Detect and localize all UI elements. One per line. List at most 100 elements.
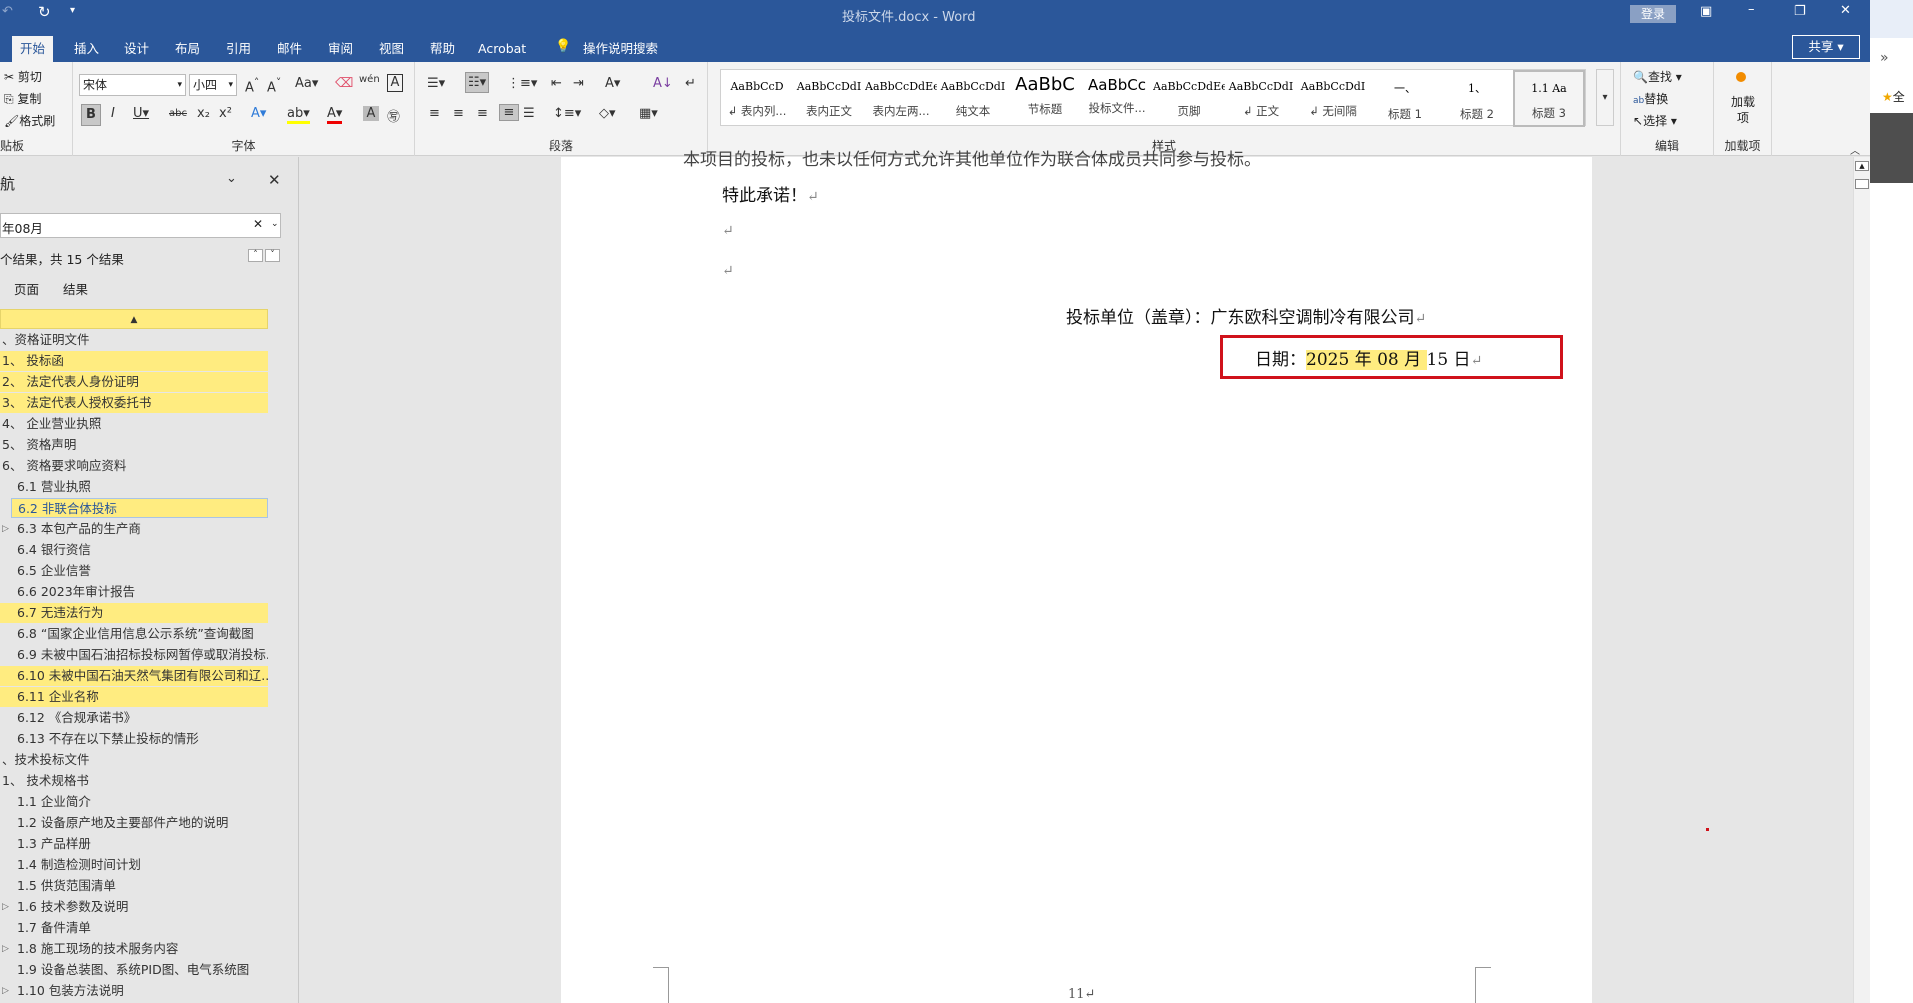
nav-heading-item[interactable]: ▷ 1.6 技术参数及说明 xyxy=(0,897,268,917)
nav-heading-item[interactable]: 6、 资格要求响应资料 xyxy=(0,456,268,476)
tab-2[interactable]: 设计 xyxy=(116,36,157,62)
nav-heading-item[interactable]: 1.4 制造检测时间计划 xyxy=(0,855,268,875)
restore-icon[interactable]: ❐ xyxy=(1794,4,1806,19)
nav-heading-item[interactable]: 3、 法定代表人授权委托书 xyxy=(0,393,268,413)
nav-heading-item[interactable]: ▷ 1.8 施工现场的技术服务内容 xyxy=(0,939,268,959)
tab-9[interactable]: Acrobat xyxy=(470,36,534,62)
nav-heading-item[interactable]: 、资格证明文件 xyxy=(0,330,268,350)
tell-me-search[interactable]: 操作说明搜索 xyxy=(575,36,666,62)
nav-heading-item[interactable]: 6.6 2023年审计报告 xyxy=(0,582,268,602)
login-button[interactable]: 登录 xyxy=(1630,5,1676,23)
phonetic-guide-icon[interactable]: wén xyxy=(359,74,380,85)
nav-heading-item[interactable]: 1.7 备件清单 xyxy=(0,918,268,938)
tab-pages[interactable]: 页面 xyxy=(14,279,39,298)
align-center-icon[interactable]: ≡ xyxy=(453,106,464,121)
show-marks-icon[interactable]: ↵ xyxy=(685,76,696,91)
tab-results[interactable]: 结果 xyxy=(63,279,88,298)
styles-more-icon[interactable]: ▾ xyxy=(1596,69,1614,126)
nav-heading-item[interactable]: 2、 法定代表人身份证明 xyxy=(0,372,268,392)
nav-heading-item[interactable]: 6.10 未被中国石油天然气集团有限公司和辽... xyxy=(0,666,268,686)
tab-5[interactable]: 邮件 xyxy=(269,36,310,62)
font-name-select[interactable]: 宋体 ▾ xyxy=(79,74,186,96)
nav-heading-item[interactable]: 1.1 企业简介 xyxy=(0,792,268,812)
bold-icon[interactable]: B xyxy=(81,104,101,126)
distributed-icon[interactable]: ☰ xyxy=(523,106,535,121)
tab-3[interactable]: 布局 xyxy=(167,36,208,62)
redo-icon[interactable]: ↻ xyxy=(38,3,51,21)
shading-icon[interactable]: ◇▾ xyxy=(599,106,616,121)
expand-icon[interactable]: ▷ xyxy=(2,939,9,959)
tab-6[interactable]: 审阅 xyxy=(320,36,361,62)
clear-search-icon[interactable]: ✕ xyxy=(253,217,263,231)
expand-icon[interactable]: ▷ xyxy=(2,897,9,917)
style-item[interactable]: 1.1 Aa 标题 3 xyxy=(1513,70,1585,127)
expand-icon[interactable]: ▷ xyxy=(2,519,9,539)
close-icon[interactable]: ✕ xyxy=(1840,3,1851,18)
nav-search-input[interactable]: 年08月 ✕ ⌄ xyxy=(0,213,281,238)
search-options-icon[interactable]: ⌄ xyxy=(271,219,279,229)
clear-format-icon[interactable]: ⌫ xyxy=(335,76,353,91)
change-case-icon[interactable]: Aa▾ xyxy=(295,76,318,91)
char-shading-icon[interactable]: A xyxy=(363,106,379,121)
text-effects-icon[interactable]: A▾ xyxy=(251,106,266,121)
superscript-icon[interactable]: x² xyxy=(219,106,232,121)
nav-heading-item[interactable]: 6.2 非联合体投标 xyxy=(11,498,268,518)
grow-font-icon[interactable]: A˄ xyxy=(245,76,259,95)
prev-result-icon[interactable]: ˄ xyxy=(248,249,263,262)
undo-icon[interactable]: ↶ xyxy=(2,4,13,19)
borders-icon[interactable]: ▦▾ xyxy=(639,106,658,121)
subscript-icon[interactable]: x₂ xyxy=(197,106,210,121)
numbering-icon[interactable]: ☷▾ xyxy=(465,72,490,93)
character-border-icon[interactable]: A xyxy=(387,74,403,92)
style-item[interactable]: AaBbCcDdI ↲ 无间隔 xyxy=(1297,70,1369,127)
nav-heading-item[interactable]: 1.9 设备总装图、系统PID图、电气系统图 xyxy=(0,960,268,980)
nav-heading-item[interactable]: 6.11 企业名称 xyxy=(0,687,268,707)
style-item[interactable]: AaBbCcDdEe 表内左两... xyxy=(865,70,937,127)
nav-heading-item[interactable]: 6.13 不存在以下禁止投标的情形 xyxy=(0,729,268,749)
tab-8[interactable]: 帮助 xyxy=(422,36,463,62)
nav-heading-item[interactable]: 1.3 产品样册 xyxy=(0,834,268,854)
decrease-indent-icon[interactable]: ⇤ xyxy=(551,76,562,91)
italic-icon[interactable]: I xyxy=(111,106,115,121)
nav-heading-item[interactable]: 、技术投标文件 xyxy=(0,750,268,770)
shrink-font-icon[interactable]: A˅ xyxy=(267,76,281,95)
nav-heading-item[interactable]: 6.9 未被中国石油招标投标网暂停或取消投标... xyxy=(0,645,268,665)
nav-heading-item[interactable]: 6.1 营业执照 xyxy=(0,477,268,497)
nav-heading-item[interactable]: 6.12 《合规承诺书》 xyxy=(0,708,268,728)
nav-heading-item[interactable]: 1.2 设备原产地及主要部件产地的说明 xyxy=(0,813,268,833)
format-painter-button[interactable]: 🖌格式刷 xyxy=(4,112,55,129)
select-button[interactable]: ↖选择 ▾ xyxy=(1633,112,1677,129)
replace-button[interactable]: ab替换 xyxy=(1633,90,1668,107)
style-item[interactable]: AaBbCcDdEe 页脚 xyxy=(1153,70,1225,127)
vertical-scrollbar[interactable]: ▲ xyxy=(1853,157,1870,1003)
expand-icon[interactable]: ▷ xyxy=(2,981,9,1001)
align-left-icon[interactable]: ≡ xyxy=(429,106,440,121)
nav-heading-item[interactable]: ▷ 6.3 本包产品的生产商 xyxy=(0,519,268,539)
style-item[interactable]: 一、 标题 1 xyxy=(1369,70,1441,127)
tab-0[interactable]: 开始 xyxy=(12,36,54,62)
justify-icon[interactable]: ≡ xyxy=(499,104,519,121)
increase-indent-icon[interactable]: ⇥ xyxy=(573,76,584,91)
nav-heading-item[interactable]: 1、 投标函 xyxy=(0,351,268,371)
style-item[interactable]: AaBbCcDdI 纯文本 xyxy=(937,70,1009,127)
multilevel-list-icon[interactable]: ⋮≡▾ xyxy=(507,76,537,91)
scroll-up-icon[interactable]: ▲ xyxy=(1855,161,1869,171)
copy-button[interactable]: ⎘ 复制 xyxy=(4,90,41,107)
nav-heading-item[interactable]: 1.5 供货范围清单 xyxy=(0,876,268,896)
style-item[interactable]: AaBbCcDdI 表内正文 xyxy=(793,70,865,127)
nav-options-chevron-icon[interactable]: ⌄ xyxy=(226,171,237,186)
font-size-select[interactable]: 小四 ▾ xyxy=(189,74,237,96)
cut-button[interactable]: ✂ 剪切 xyxy=(4,68,42,85)
chinese-layout-icon[interactable]: A▾ xyxy=(605,76,620,91)
style-item[interactable]: AaBbCcD ↲ 表内列... xyxy=(721,70,793,127)
find-button[interactable]: 🔍查找 ▾ xyxy=(1633,68,1682,85)
strikethrough-icon[interactable]: abc xyxy=(169,108,187,119)
align-right-icon[interactable]: ≡ xyxy=(477,106,488,121)
favorite-star-icon[interactable]: ★全 xyxy=(1882,88,1905,105)
enclose-char-icon[interactable]: ㊢ xyxy=(387,106,400,125)
style-item[interactable]: AaBbC 节标题 xyxy=(1009,70,1081,127)
addins-button[interactable]: 加载项 xyxy=(1728,94,1758,126)
nav-close-icon[interactable]: ✕ xyxy=(268,171,281,189)
scroll-thumb[interactable] xyxy=(1855,179,1869,189)
nav-heading-item[interactable]: 5、 资格声明 xyxy=(0,435,268,455)
